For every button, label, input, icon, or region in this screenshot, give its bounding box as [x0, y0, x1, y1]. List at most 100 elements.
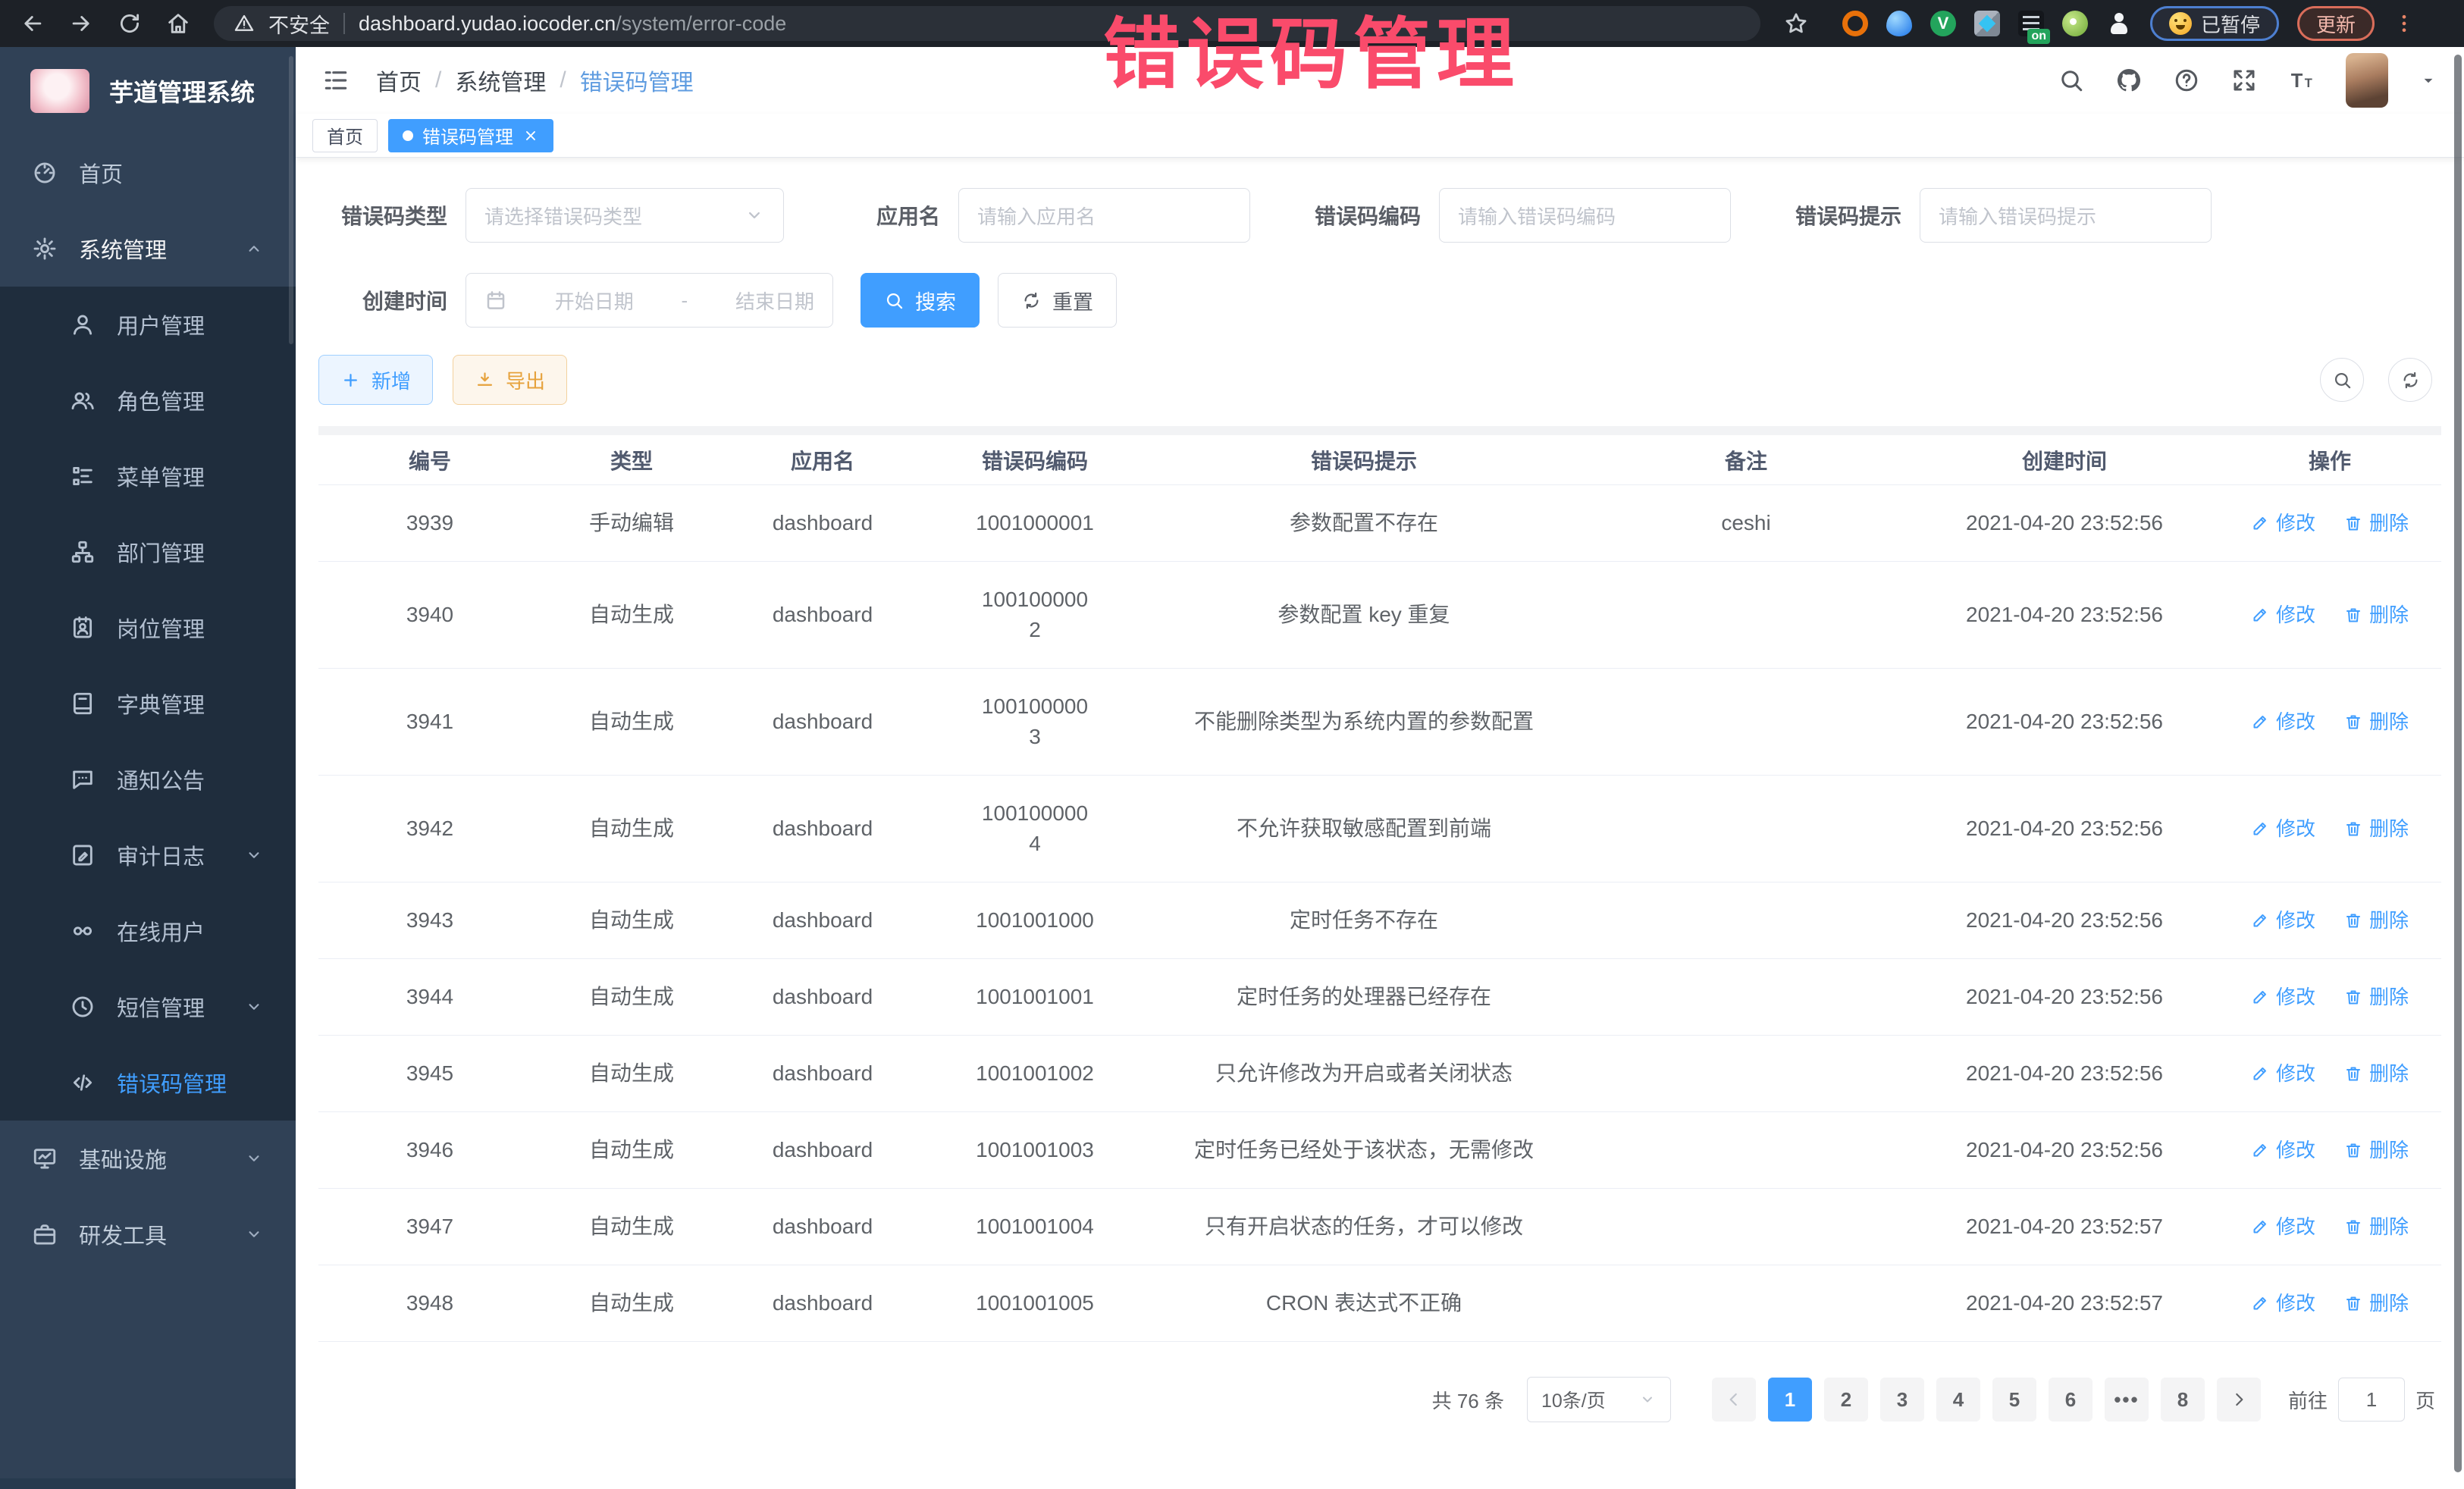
page-ellipsis[interactable]: •••	[2105, 1378, 2149, 1422]
font-size-icon[interactable]: TT	[2288, 67, 2315, 94]
table-row: 3947自动生成dashboard1001001004只有开启状态的任务，才可以…	[318, 1189, 2441, 1265]
sidebar-item-online-user[interactable]: 在线用户	[0, 893, 296, 969]
sidebar-item-dept[interactable]: 部门管理	[0, 514, 296, 590]
cell-type: 自动生成	[541, 707, 722, 737]
error-code-placeholder: 请输入错误码编码	[1458, 202, 1616, 230]
search-button[interactable]: 搜索	[861, 273, 980, 328]
browser-back-icon[interactable]	[20, 11, 45, 36]
refresh-table-button[interactable]	[2388, 358, 2432, 402]
page-scrollbar[interactable]	[2454, 55, 2462, 1472]
browser-menu-icon[interactable]	[2393, 12, 2415, 35]
edit-link[interactable]: 修改	[2251, 1135, 2315, 1165]
extension-icon[interactable]	[2106, 11, 2132, 36]
close-icon[interactable]	[522, 127, 539, 144]
breadcrumb-item[interactable]: 系统管理	[455, 64, 546, 97]
delete-link-label: 删除	[2369, 1135, 2409, 1165]
sidebar-item-dev-tools[interactable]: 研发工具	[0, 1196, 296, 1272]
delete-link[interactable]: 删除	[2344, 1135, 2409, 1165]
browser-reload-icon[interactable]	[117, 11, 143, 36]
delete-link[interactable]: 删除	[2344, 813, 2409, 844]
page-button-4[interactable]: 4	[1936, 1378, 1980, 1422]
help-icon[interactable]	[2173, 67, 2200, 94]
browser-forward-icon[interactable]	[68, 11, 94, 36]
error-hint-input[interactable]: 请输入错误码提示	[1920, 188, 2212, 243]
page-button-6[interactable]: 6	[2049, 1378, 2093, 1422]
goto-page-input[interactable]: 1	[2338, 1378, 2405, 1422]
prev-page-button[interactable]	[1712, 1378, 1756, 1422]
table-row: 3945自动生成dashboard1001001002只允许修改为开启或者关闭状…	[318, 1036, 2441, 1112]
sidebar-item-infra[interactable]: 基础设施	[0, 1121, 296, 1196]
error-type-placeholder: 请选择错误码类型	[484, 202, 642, 230]
delete-link[interactable]: 删除	[2344, 1288, 2409, 1318]
edit-link[interactable]: 修改	[2251, 813, 2315, 844]
edit-link[interactable]: 修改	[2251, 508, 2315, 538]
sidebar-item-post[interactable]: 岗位管理	[0, 590, 296, 666]
delete-link[interactable]: 删除	[2344, 982, 2409, 1012]
sidebar-toggle-icon[interactable]	[321, 66, 350, 95]
delete-link[interactable]: 删除	[2344, 1212, 2409, 1242]
page-button-5[interactable]: 5	[1992, 1378, 2036, 1422]
search-icon[interactable]	[2058, 67, 2085, 94]
toggle-search-button[interactable]	[2320, 358, 2364, 402]
browser-update-button[interactable]: 更新	[2297, 6, 2375, 41]
sidebar-item-sms[interactable]: 短信管理	[0, 969, 296, 1045]
profile-paused-pill[interactable]: 已暂停	[2150, 6, 2279, 41]
extensions-area: V on 已暂停 更新	[1842, 6, 2415, 41]
bookmark-star-icon[interactable]	[1783, 11, 1809, 36]
sidebar-item-dict[interactable]: 字典管理	[0, 666, 296, 741]
tab-error-code[interactable]: 错误码管理	[388, 119, 553, 152]
user-avatar[interactable]	[2346, 53, 2388, 108]
edit-link[interactable]: 修改	[2251, 905, 2315, 936]
sidebar-item-audit-log[interactable]: 审计日志	[0, 817, 296, 893]
edit-link[interactable]: 修改	[2251, 600, 2315, 630]
sidebar-collapse-bar[interactable]	[0, 1478, 296, 1489]
edit-link[interactable]: 修改	[2251, 982, 2315, 1012]
sidebar-item-menu[interactable]: 菜单管理	[0, 438, 296, 514]
error-code-input[interactable]: 请输入错误码编码	[1439, 188, 1731, 243]
extension-icon[interactable]: on	[2018, 11, 2044, 36]
delete-link[interactable]: 删除	[2344, 707, 2409, 737]
sidebar-item-home[interactable]: 首页	[0, 135, 296, 211]
delete-link[interactable]: 删除	[2344, 905, 2409, 936]
app-name-input[interactable]: 请输入应用名	[958, 188, 1250, 243]
edit-link[interactable]: 修改	[2251, 1288, 2315, 1318]
edit-link[interactable]: 修改	[2251, 1058, 2315, 1089]
caret-down-icon[interactable]	[2419, 71, 2438, 90]
page-button-2[interactable]: 2	[1824, 1378, 1868, 1422]
extension-icon[interactable]	[1974, 11, 2000, 36]
github-icon[interactable]	[2115, 67, 2143, 94]
extension-icon[interactable]: V	[1930, 11, 1956, 36]
edit-link[interactable]: 修改	[2251, 1212, 2315, 1242]
sidebar-item-error-code[interactable]: 错误码管理	[0, 1045, 296, 1121]
export-button[interactable]: 导出	[453, 355, 567, 405]
extension-icon[interactable]	[2062, 11, 2088, 36]
breadcrumb-item[interactable]: 首页	[376, 64, 422, 97]
page-button-1[interactable]: 1	[1768, 1378, 1812, 1422]
date-start-placeholder: 开始日期	[555, 287, 634, 315]
tab-home[interactable]: 首页	[312, 119, 378, 152]
create-time-range-picker[interactable]: 开始日期 - 结束日期	[466, 273, 833, 328]
next-page-button[interactable]	[2217, 1378, 2261, 1422]
page-size-select[interactable]: 10条/页	[1527, 1377, 1671, 1422]
sidebar-item-user[interactable]: 用户管理	[0, 287, 296, 362]
delete-link[interactable]: 删除	[2344, 1058, 2409, 1089]
cell-id: 3947	[318, 1212, 541, 1242]
page-button-3[interactable]: 3	[1880, 1378, 1924, 1422]
cell-type: 自动生成	[541, 982, 722, 1012]
address-bar[interactable]: 不安全 dashboard.yudao.iocoder.cn/system/er…	[214, 6, 1760, 41]
sidebar-item-role[interactable]: 角色管理	[0, 362, 296, 438]
page-button-8[interactable]: 8	[2161, 1378, 2205, 1422]
reset-button[interactable]: 重置	[998, 273, 1117, 328]
delete-link[interactable]: 删除	[2344, 600, 2409, 630]
sidebar-scrollbar[interactable]	[289, 56, 293, 344]
error-type-select[interactable]: 请选择错误码类型	[466, 188, 784, 243]
delete-link[interactable]: 删除	[2344, 508, 2409, 538]
sidebar-item-notice[interactable]: 通知公告	[0, 741, 296, 817]
edit-link[interactable]: 修改	[2251, 707, 2315, 737]
add-button[interactable]: 新增	[318, 355, 433, 405]
sidebar-item-system[interactable]: 系统管理	[0, 211, 296, 287]
extension-icon[interactable]	[1886, 11, 1912, 36]
extension-icon[interactable]	[1842, 11, 1868, 36]
fullscreen-icon[interactable]	[2230, 67, 2258, 94]
browser-home-icon[interactable]	[165, 11, 191, 36]
